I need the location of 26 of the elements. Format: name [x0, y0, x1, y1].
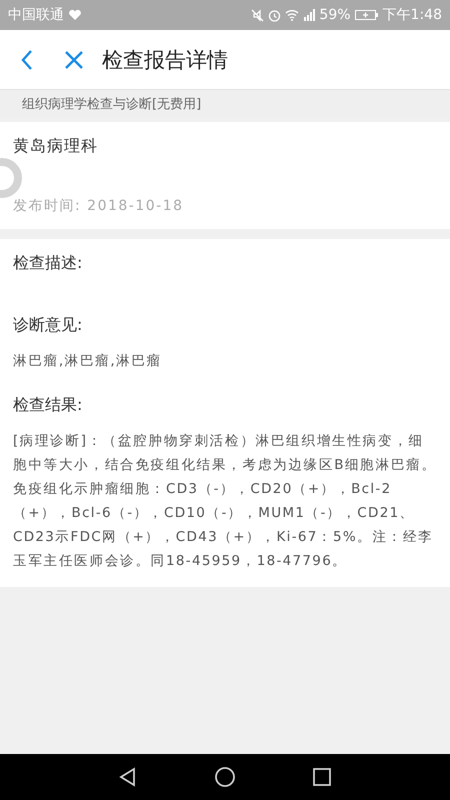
page-title: 检查报告详情 [102, 46, 228, 74]
home-circle-icon[interactable] [214, 766, 236, 788]
back-button[interactable] [20, 48, 34, 70]
clock-time: 下午1:48 [382, 6, 442, 24]
loading-ring-icon [0, 157, 24, 199]
section-heading: 诊断意见: [13, 315, 84, 336]
close-icon [64, 50, 84, 70]
carrier-name: 中国联通 [8, 6, 64, 24]
battery-percent: 59% [319, 7, 351, 23]
department-name: 黄岛病理科 [13, 136, 99, 157]
back-icon [20, 48, 34, 70]
recents-square-icon[interactable] [312, 767, 332, 787]
publish-date: 发布时间: 2018-10-18 [13, 197, 185, 215]
signal-icon [303, 9, 316, 21]
section-text: [病理诊断]：（盆腔肿物穿刺活检）淋巴组织增生性病变，细胞中等大小，结合免疫组化结果，考虑为边缘区B细胞淋巴瘤。免疫组化示肿瘤细胞：CD3（-），CD20（+），Bcl-2（+），Bcl-6（-），CD10（-），MUM1（-），CD21、CD23示FDC网（+），CD43（+），Ki-67：5%。注：经李玉军主任医师会诊。同18-45959，18-47796。 [13, 432, 437, 571]
back-triangle-icon[interactable] [118, 767, 138, 787]
section-heading: 检查描述: [13, 253, 84, 274]
wifi-icon [285, 9, 300, 21]
mute-icon [251, 8, 264, 22]
battery-icon [354, 9, 379, 21]
alarm-icon [268, 8, 282, 22]
section-text: 淋巴瘤,淋巴瘤,淋巴瘤 [13, 352, 163, 371]
close-button[interactable] [64, 50, 84, 70]
exam-name: 组织病理学检查与诊断[无费用] [22, 96, 202, 113]
heart-icon [68, 9, 82, 21]
section-heading: 检查结果: [13, 395, 84, 416]
